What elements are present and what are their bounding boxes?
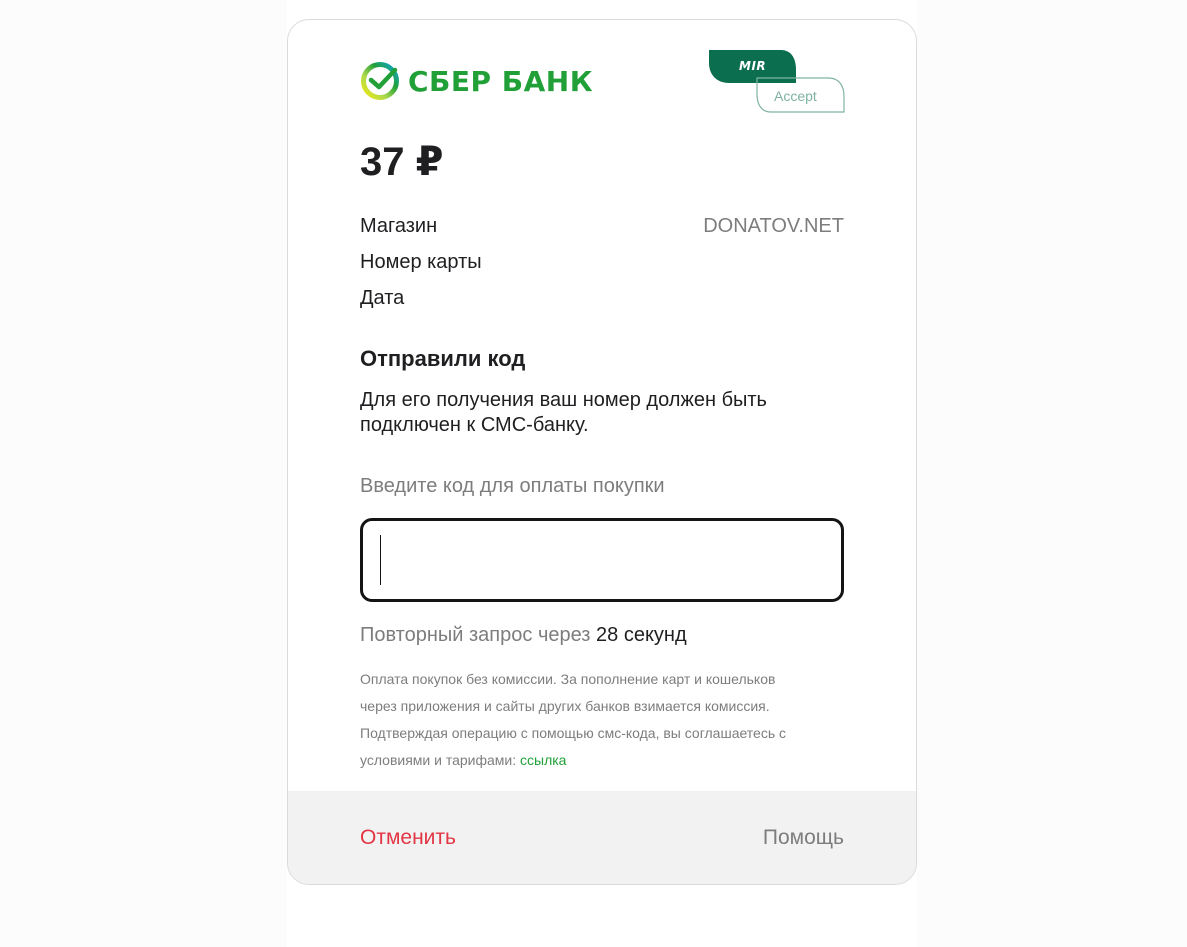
otp-heading: Отправили код xyxy=(360,346,526,371)
terms-line: Подтверждая операцию с помощью смс-кода,… xyxy=(360,725,787,741)
terms-line: условиями и тарифами: ссылка xyxy=(360,747,844,774)
accept-label: Accept xyxy=(774,88,817,104)
mir-accept-badge: MIR Accept xyxy=(709,50,845,114)
sber-check-icon xyxy=(361,62,399,100)
payment-confirmation-card: СБЕР БАНК MIR Accept 37 ₽ Магазин DONATO… xyxy=(287,19,917,885)
mir-accept-shape xyxy=(709,50,845,113)
tariffs-link[interactable]: ссылка xyxy=(520,752,566,768)
store-label: Магазин xyxy=(360,215,438,237)
bank-name: СБЕР БАНК xyxy=(408,64,594,98)
otp-input-caption: Введите код для оплаты покупки xyxy=(360,475,665,497)
payment-amount: 37 ₽ xyxy=(360,140,444,184)
help-button[interactable]: Помощь xyxy=(763,826,844,850)
terms-notice: Оплата покупок без комиссии. За пополнен… xyxy=(360,666,844,774)
sberbank-logo: СБЕР БАНК xyxy=(360,61,593,101)
otp-code-input[interactable] xyxy=(377,533,817,587)
resend-timer: Повторный запрос через 28 секунд xyxy=(360,624,687,647)
card-footer: Отменить Помощь xyxy=(288,791,916,884)
store-value: DONATOV.NET xyxy=(703,215,844,237)
cancel-button[interactable]: Отменить xyxy=(360,826,456,850)
card-number-label: Номер карты xyxy=(360,251,482,273)
otp-code-field[interactable] xyxy=(360,518,844,602)
terms-line-text: условиями и тарифами: xyxy=(360,752,521,768)
resend-prefix: Повторный запрос через xyxy=(360,624,591,646)
resend-countdown: 28 секунд xyxy=(596,624,687,646)
text-caret xyxy=(380,535,381,585)
terms-line: Оплата покупок без комиссии. За пополнен… xyxy=(360,671,776,687)
date-label: Дата xyxy=(360,287,405,309)
otp-description: Для его получения ваш номер должен быть … xyxy=(360,389,767,436)
terms-line: через приложения и сайты других банков в… xyxy=(360,698,770,714)
mir-label: MIR xyxy=(739,59,767,73)
